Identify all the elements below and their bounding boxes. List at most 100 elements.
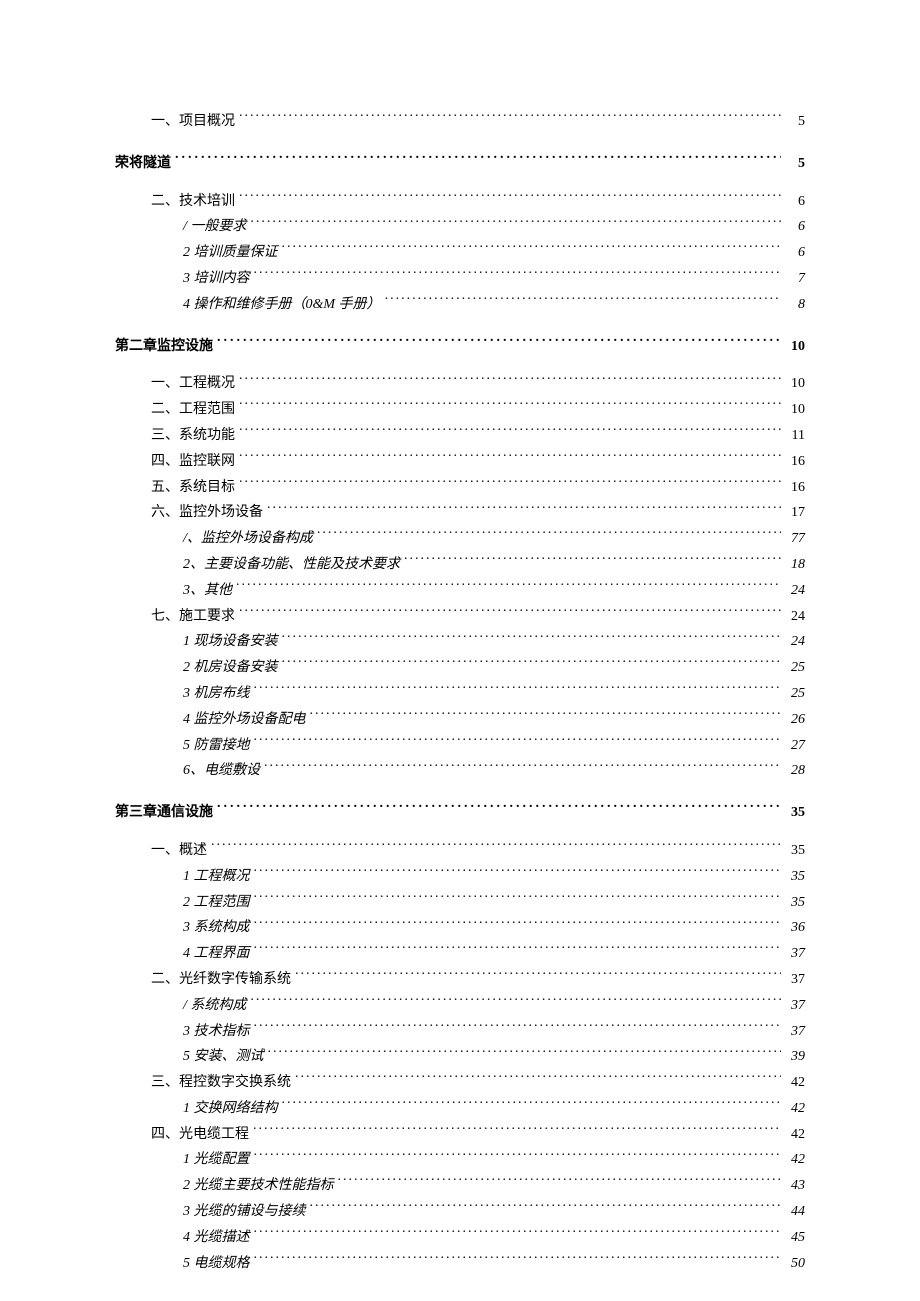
toc-entry[interactable]: / 系统构成37 [115,994,805,1018]
toc-entry[interactable]: 二、光纤数字传输系统 37 [115,968,805,992]
toc-entry[interactable]: 2 培训质量保证 6 [115,241,805,265]
toc-leader-dots [254,1149,782,1163]
toc-page-number: 10 [785,398,805,422]
toc-label: 1 光缆配置 [183,1148,250,1172]
toc-page-number: 43 [785,1174,805,1198]
toc-entry[interactable]: 六、监控外场设备 17 [115,501,805,525]
toc-label: 3 培训内容 [183,267,250,291]
toc-entry[interactable]: 第三章通信设施35 [115,801,805,825]
toc-page-number: 42 [785,1071,805,1095]
toc-label: 2、主要设备功能、性能及技术要求 [183,553,400,577]
toc-label: 3、其他 [183,579,232,603]
toc-leader-dots [236,580,781,594]
toc-entry[interactable]: 一、项目概况 5 [115,110,805,134]
toc-entry[interactable]: 3、其他 24 [115,579,805,603]
toc-page-number: 5 [785,110,805,134]
toc-entry[interactable]: 3 培训内容7 [115,267,805,291]
toc-entry[interactable]: 3 技术指标37 [115,1020,805,1044]
toc-entry[interactable]: 二、技术培训6 [115,190,805,214]
toc-leader-dots [254,1021,782,1035]
toc-entry[interactable]: 荣将隧道5 [115,152,805,176]
toc-page-number: 37 [785,994,805,1018]
toc-entry[interactable]: 2 机房设备安装25 [115,656,805,680]
toc-label: 3 系统构成 [183,916,250,940]
toc-label: 2 工程范围 [183,891,250,915]
toc-entry[interactable]: / 一般要求6 [115,215,805,239]
toc-label: 4 工程界面 [183,942,250,966]
toc-leader-dots [295,1072,781,1086]
toc-leader-dots [254,735,782,749]
toc-entry[interactable]: 4 操作和维修手册（0&M 手册）8 [115,293,805,317]
toc-label: 七、施工要求 [151,605,235,629]
toc-leader-dots [254,268,782,282]
toc-leader-dots [239,606,781,620]
toc-page-number: 27 [785,734,805,758]
toc-entry[interactable]: 一、工程概况10 [115,372,805,396]
toc-leader-dots [239,425,781,439]
toc-entry[interactable]: 1 工程概况35 [115,865,805,889]
toc-page-number: 45 [785,1226,805,1250]
toc-page-number: 24 [785,579,805,603]
toc-entry[interactable]: 2 光缆主要技术性能指标43 [115,1174,805,1198]
toc-label: 四、监控联网 [151,450,235,474]
toc-leader-dots [282,242,782,256]
toc-entry[interactable]: /、监控外场设备构成77 [115,527,805,551]
toc-entry[interactable]: 3 光缆的铺设与接续44 [115,1200,805,1224]
toc-page-number: 36 [785,916,805,940]
toc-page-number: 17 [785,501,805,525]
toc-leader-dots [250,995,781,1009]
toc-entry[interactable]: 3 机房布线25 [115,682,805,706]
toc-entry[interactable]: 3 系统构成 36 [115,916,805,940]
toc-entry[interactable]: 5 防雷接地27 [115,734,805,758]
toc-entry[interactable]: 4 工程界面 37 [115,942,805,966]
toc-page-number: 42 [785,1097,805,1121]
toc-entry[interactable]: 七、施工要求24 [115,605,805,629]
toc-page-number: 5 [785,152,805,176]
toc-label: 3 机房布线 [183,682,250,706]
toc-entry[interactable]: 二、工程范围 10 [115,398,805,422]
toc-entry[interactable]: 5 安装、测试39 [115,1045,805,1069]
toc-entry[interactable]: 四、监控联网16 [115,450,805,474]
toc-entry[interactable]: 三、程控数字交换系统42 [115,1071,805,1095]
toc-leader-dots [239,477,781,491]
toc-label: / 一般要求 [183,215,246,239]
toc-label: 二、技术培训 [151,190,235,214]
toc-entry[interactable]: 第二章监控设施10 [115,335,805,359]
toc-leader-dots [254,1253,782,1267]
toc-page-number: 37 [785,942,805,966]
toc-entry[interactable]: 四、光电缆工程42 [115,1123,805,1147]
toc-label: 3 光缆的铺设与接续 [183,1200,306,1224]
toc-entry[interactable]: 2 工程范围35 [115,891,805,915]
toc-entry[interactable]: 2、主要设备功能、性能及技术要求18 [115,553,805,577]
toc-entry[interactable]: 4 光缆描述45 [115,1226,805,1250]
toc-entry[interactable]: 1 交换网络结构42 [115,1097,805,1121]
toc-label: 2 培训质量保证 [183,241,278,265]
toc-label: 5 电缆规格 [183,1252,250,1276]
toc-label: 一、项目概况 [151,110,235,134]
toc-label: 一、工程概况 [151,372,235,396]
toc-entry[interactable]: 五、系统目标16 [115,476,805,500]
toc-entry[interactable]: 1 光缆配置42 [115,1148,805,1172]
toc-leader-dots [282,657,782,671]
toc-page-number: 37 [785,968,805,992]
toc-leader-dots [239,373,781,387]
toc-entry[interactable]: 三、系统功能11 [115,424,805,448]
toc-page-number: 35 [785,839,805,863]
toc-page-number: 11 [785,424,805,448]
toc-entry[interactable]: 1 现场设备安装24 [115,630,805,654]
toc-page-number: 6 [785,241,805,265]
toc-label: 二、光纤数字传输系统 [151,968,291,992]
toc-entry[interactable]: 6、电缆敷设28 [115,759,805,783]
toc-entry[interactable]: 4 监控外场设备配电26 [115,708,805,732]
toc-label: 二、工程范围 [151,398,235,422]
toc-entry[interactable]: 5 电缆规格50 [115,1252,805,1276]
toc-entry[interactable]: 一、概述35 [115,839,805,863]
toc-page-number: 37 [785,1020,805,1044]
toc-label: 第二章监控设施 [115,335,213,359]
toc-leader-dots [310,1201,782,1215]
toc-label: /、监控外场设备构成 [183,527,313,551]
toc-label: 六、监控外场设备 [151,501,263,525]
toc-leader-dots [254,917,782,931]
toc-label: 第三章通信设施 [115,801,213,825]
toc-leader-dots [317,528,781,542]
